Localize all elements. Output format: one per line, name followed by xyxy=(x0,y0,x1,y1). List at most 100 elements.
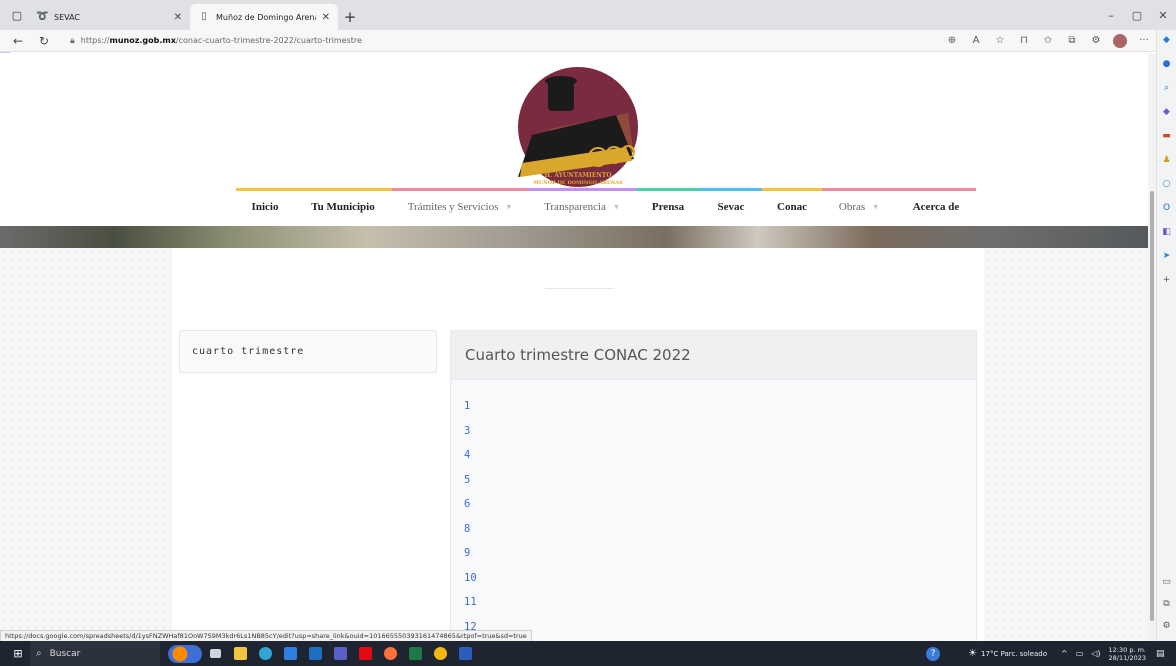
nav-item-tu-municipio[interactable]: Tu Municipio xyxy=(294,188,392,225)
netflix-icon[interactable] xyxy=(353,641,377,666)
clock-date: 28/11/2023 xyxy=(1108,653,1146,662)
back-icon[interactable]: ← xyxy=(8,31,28,51)
teams-icon[interactable] xyxy=(328,641,352,666)
nav-item-acerca-de[interactable]: Acerca de xyxy=(896,188,976,225)
document-link[interactable]: 5 xyxy=(464,468,477,493)
maximize-icon[interactable]: ▢ xyxy=(1124,0,1150,30)
panel-header: Cuarto trimestre CONAC 2022 xyxy=(450,330,977,380)
document-link[interactable]: 3 xyxy=(464,419,477,444)
panel-body xyxy=(450,380,977,641)
nav-label: Prensa xyxy=(651,200,685,213)
taskbar-search[interactable]: ⌕ Buscar xyxy=(30,641,160,666)
nav-item-transparencia[interactable]: Transparencia ▼ xyxy=(528,188,636,225)
external-link-icon[interactable]: ⧉ xyxy=(1160,598,1173,611)
nav-item-conac[interactable]: Conac xyxy=(762,188,822,225)
circle-app-icon[interactable]: ○ xyxy=(1160,178,1173,191)
new-tab-button[interactable]: + xyxy=(338,4,362,30)
nav-item-prensa[interactable]: Prensa xyxy=(636,188,700,225)
nav-label: Conac xyxy=(777,200,807,213)
nav-bar xyxy=(822,188,896,191)
sidebar-widget: cuarto trimestre xyxy=(179,330,437,373)
nav-bar xyxy=(762,188,822,191)
chevron-down-icon: ▼ xyxy=(505,202,513,211)
store-icon[interactable] xyxy=(278,641,302,666)
document-link[interactable]: 9 xyxy=(464,541,477,566)
outlook-icon[interactable]: O xyxy=(1160,202,1173,215)
notification-icon[interactable]: ▤ xyxy=(1156,649,1170,659)
read-aloud-icon[interactable]: A xyxy=(964,31,988,51)
nav-label: Inicio xyxy=(251,200,279,213)
search-icon[interactable]: ⌕ xyxy=(1160,82,1173,95)
document-link[interactable]: 11 xyxy=(464,590,477,615)
nav-item-tramites[interactable]: Trámites y Servicios ▼ xyxy=(392,188,528,225)
briefcase-icon[interactable]: ▬ xyxy=(1160,130,1173,143)
excel-icon[interactable] xyxy=(403,641,427,666)
nav-bar xyxy=(236,188,294,191)
nav-bar xyxy=(700,188,762,191)
search-label: Buscar xyxy=(49,648,81,659)
file-explorer-icon[interactable] xyxy=(228,641,252,666)
tab-sevac[interactable]: ➰ SEVAC ✕ xyxy=(28,4,190,30)
tab-munoz[interactable]: ▯ Muñoz de Domingo Arenas ✕ xyxy=(190,4,338,30)
word-icon[interactable] xyxy=(453,641,477,666)
tag-icon[interactable]: ◆ xyxy=(1160,106,1173,119)
tab-actions-icon[interactable]: ▢ xyxy=(6,0,28,30)
firefox-icon[interactable] xyxy=(378,641,402,666)
task-view-icon[interactable] xyxy=(203,641,227,666)
chess-icon[interactable]: ♟ xyxy=(1160,154,1173,167)
clock[interactable]: 12:30 p. m. 28/11/2023 xyxy=(1109,646,1146,662)
page-scrollbar[interactable] xyxy=(1148,53,1156,641)
sidebar-title: cuarto trimestre xyxy=(192,346,305,357)
extensions-icon[interactable]: ⚙ xyxy=(1084,31,1108,51)
weather-widget-icon[interactable] xyxy=(168,644,202,663)
copilot-icon[interactable]: ◆ xyxy=(1160,34,1173,47)
sidebar-layout-icon[interactable]: ▭ xyxy=(1160,576,1173,589)
favorite-star-icon[interactable]: ☆ xyxy=(988,31,1012,51)
logo-line2: MUÑOZ DE DOMINGO ARENAS xyxy=(533,179,623,186)
split-screen-icon[interactable]: ⊓ xyxy=(1012,31,1036,51)
nav-item-obras[interactable]: Obras ▼ xyxy=(822,188,896,225)
search-icon: ⌕ xyxy=(36,648,42,659)
more-icon[interactable]: ··· xyxy=(1132,31,1156,51)
nav-item-sevac[interactable]: Sevac xyxy=(700,188,762,225)
designer-icon[interactable]: ◧ xyxy=(1160,226,1173,239)
profile-avatar[interactable] xyxy=(1113,33,1127,48)
document-link[interactable]: 1 xyxy=(464,394,477,419)
network-icon[interactable]: ▭ xyxy=(1076,649,1084,658)
favorites-icon[interactable]: ✩ xyxy=(1036,31,1060,51)
weather-text[interactable]: 17°C Parc. soleado xyxy=(981,650,1047,658)
add-icon[interactable]: + xyxy=(1160,274,1173,287)
volume-icon[interactable]: ◁) xyxy=(1091,649,1100,658)
page-icon: ▯ xyxy=(201,11,207,22)
nav-bar xyxy=(294,188,392,191)
collections-icon[interactable]: ⧉ xyxy=(1060,31,1084,51)
windows-taskbar: ⊞ ⌕ Buscar ? ☀ 17°C Parc. soleado ^ ▭ ◁)… xyxy=(0,641,1176,666)
nav-bar xyxy=(392,188,528,191)
close-tab-icon[interactable]: ✕ xyxy=(174,12,182,23)
scrollbar-thumb[interactable] xyxy=(1150,191,1154,621)
url-field[interactable]: 🔒︎ https://munoz.gob.mx/conac-cuarto-tri… xyxy=(70,32,910,50)
zoom-icon[interactable]: ⊕ xyxy=(940,31,964,51)
chrome-icon[interactable] xyxy=(428,641,452,666)
bell-icon[interactable]: ● xyxy=(1160,58,1173,71)
document-link[interactable]: 6 xyxy=(464,492,477,517)
help-icon[interactable]: ? xyxy=(926,646,941,661)
minimize-icon[interactable]: – xyxy=(1098,0,1124,30)
chevron-down-icon: ▼ xyxy=(872,202,880,211)
document-link[interactable]: 8 xyxy=(464,517,477,542)
close-tab-icon[interactable]: ✕ xyxy=(322,12,330,23)
nav-label: Trámites y Servicios xyxy=(407,200,499,213)
send-icon[interactable]: ➤ xyxy=(1160,250,1173,263)
settings-icon[interactable]: ⚙ xyxy=(1160,620,1173,633)
nav-item-inicio[interactable]: Inicio xyxy=(236,188,294,225)
edge-icon[interactable] xyxy=(253,641,277,666)
tray-chevron-icon[interactable]: ^ xyxy=(1061,649,1068,658)
close-window-icon[interactable]: ✕ xyxy=(1150,0,1176,30)
refresh-icon[interactable]: ↻ xyxy=(34,31,54,51)
lock-icon: 🔒︎ xyxy=(70,35,75,46)
windows-start-icon[interactable]: ⊞ xyxy=(6,641,30,666)
document-link[interactable]: 4 xyxy=(464,443,477,468)
main-menu: Inicio Tu Municipio Trámites y Servicios… xyxy=(236,188,976,225)
mail-icon[interactable] xyxy=(303,641,327,666)
document-link[interactable]: 10 xyxy=(464,566,477,591)
